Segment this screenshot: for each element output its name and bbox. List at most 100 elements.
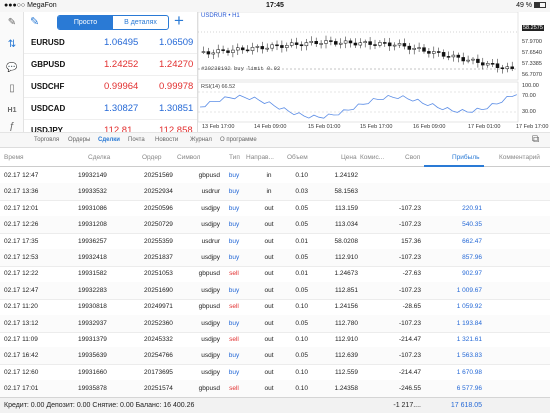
table-row[interactable]: 02.17 12:26 19931208 20250729 usdjpy buy out 0… bbox=[0, 216, 550, 235]
table-row[interactable]: 02.17 12:53 19932418 20251837 usdjpy buy out 0… bbox=[0, 249, 550, 267]
table-cell-order: 20173695 bbox=[144, 368, 173, 376]
table-cell-time: 02.17 17:01 bbox=[4, 385, 39, 393]
table-cell-type: buy bbox=[228, 352, 240, 360]
table-cell-volume: 0.05 bbox=[295, 352, 308, 360]
table-cell-swap: -28.65 bbox=[402, 303, 421, 311]
column-header-deal[interactable]: Сделка bbox=[88, 154, 110, 161]
table-row[interactable]: 02.17 12:47 19932283 20251690 usdjpy buy out 0… bbox=[0, 281, 550, 300]
candle-body bbox=[368, 41, 372, 45]
table-cell-direction: out bbox=[264, 204, 274, 212]
column-header-time[interactable]: Время bbox=[4, 154, 24, 161]
chat-icon[interactable]: 💬 bbox=[4, 60, 20, 74]
quote-bid: 1.06495 bbox=[104, 37, 139, 48]
column-header-type[interactable]: Тип bbox=[229, 154, 240, 161]
tab-orders[interactable]: Ордеры bbox=[68, 137, 90, 143]
table-row[interactable]: 02.17 17:01 19935878 20251574 gbpusd sell out… bbox=[0, 380, 550, 397]
time-tick: 13 Feb 17:00 bbox=[202, 124, 235, 130]
column-header-comment[interactable]: Комментарий bbox=[499, 154, 540, 161]
edit-quotes-icon[interactable]: ✎ bbox=[30, 15, 39, 28]
balance-footer: Кредит: 0.00 Депозит: 0.00 Снятие: 0.00 … bbox=[0, 397, 550, 413]
quote-row[interactable]: USDCAD 1.30827 1.30851 bbox=[24, 98, 197, 120]
candle-body bbox=[236, 47, 240, 51]
table-row[interactable]: 02.17 12:01 19931086 20250596 usdjpy buy out 0… bbox=[0, 200, 550, 218]
trade-icon[interactable]: ⇅ bbox=[4, 38, 20, 52]
quote-ask: 1.06509 bbox=[159, 37, 194, 48]
candle-body bbox=[466, 59, 470, 62]
candle-body bbox=[441, 52, 446, 57]
column-header-volume[interactable]: Объем bbox=[287, 154, 308, 161]
clock: 17:45 bbox=[266, 2, 284, 9]
candle-body bbox=[436, 51, 441, 53]
candle-body bbox=[275, 44, 279, 47]
table-row[interactable]: 02.17 13:36 19933532 20252934 usdrur buy in 0.… bbox=[0, 183, 550, 202]
tab-mail[interactable]: Почта bbox=[128, 137, 145, 143]
column-header-commission[interactable]: Комис... bbox=[360, 154, 384, 161]
table-row[interactable]: 02.17 12:22 19931582 20251053 gbpusd sell out… bbox=[0, 265, 550, 284]
table-cell-symbol: usdrur bbox=[201, 188, 220, 196]
tab-deals[interactable]: Сделки bbox=[98, 137, 120, 143]
table-cell-profit: 857.96 bbox=[462, 254, 482, 261]
table-row[interactable]: 02.17 11:09 19931379 20245332 usdjpy sell out… bbox=[0, 331, 550, 349]
table-cell-order: 20249971 bbox=[144, 303, 173, 311]
table-row[interactable]: 02.17 16:42 19935639 20254766 usdjpy buy out 0… bbox=[0, 347, 550, 366]
quote-row[interactable]: EURUSD 1.06495 1.06509 bbox=[24, 32, 197, 54]
column-header-swap[interactable]: Своп bbox=[405, 154, 420, 161]
table-cell-swap: -107.23 bbox=[398, 204, 421, 212]
tab-trade[interactable]: Торговля bbox=[34, 137, 59, 143]
candle-body bbox=[510, 66, 514, 69]
table-cell-order: 20254766 bbox=[144, 352, 173, 360]
table-row[interactable]: 02.17 13:12 19932937 20252360 usdjpy buy out 0… bbox=[0, 314, 550, 333]
candle-body bbox=[285, 45, 289, 48]
candle-body bbox=[353, 42, 358, 46]
candle-body bbox=[402, 43, 407, 47]
column-header-profit[interactable]: Прибыль bbox=[452, 154, 480, 161]
candle-body bbox=[490, 63, 495, 65]
quote-row[interactable]: GBPUSD 1.24252 1.24270 bbox=[24, 54, 197, 76]
table-cell-symbol: usdrur bbox=[201, 237, 220, 245]
mode-simple-button[interactable]: Просто bbox=[58, 16, 113, 29]
candle-body bbox=[329, 40, 333, 42]
add-symbol-icon[interactable]: + bbox=[174, 12, 184, 31]
tab-journal[interactable]: Журнал bbox=[190, 137, 212, 143]
table-cell-swap: -107.23 bbox=[398, 254, 421, 261]
table-cell-price: 113.159 bbox=[334, 204, 358, 212]
rsi-tick: 30.00 bbox=[522, 109, 536, 115]
table-row[interactable]: 02.17 12:47 19932149 20251569 gbpusd buy in 0.… bbox=[0, 167, 550, 185]
column-header-order[interactable]: Ордер bbox=[142, 154, 162, 161]
quote-row[interactable]: USDCHF 0.99964 0.99978 bbox=[24, 76, 197, 98]
column-header-symbol[interactable]: Символ bbox=[177, 154, 200, 161]
quote-ask: 1.24270 bbox=[159, 59, 194, 70]
table-cell-type: buy bbox=[228, 188, 240, 196]
table-cell-volume: 0.10 bbox=[295, 303, 308, 311]
quote-symbol: USDCAD bbox=[31, 104, 66, 113]
table-cell-direction: out bbox=[264, 336, 274, 343]
table-cell-deal: 19935878 bbox=[78, 385, 107, 393]
price-chart[interactable]: USDRUR • H1 #20238192 buy limit 0.02 RSI… bbox=[198, 12, 550, 132]
candle-body bbox=[456, 54, 461, 58]
table-cell-order: 20251837 bbox=[144, 254, 173, 261]
table-row[interactable]: 02.17 12:60 19931660 20173695 usdjpy buy out 0… bbox=[0, 364, 550, 382]
table-cell-profit: 540.35 bbox=[462, 221, 482, 229]
time-tick: 15 Feb 01:00 bbox=[308, 124, 341, 130]
table-cell-profit: 902.97 bbox=[462, 270, 482, 278]
timeframe-label[interactable]: H1 bbox=[4, 104, 20, 118]
table-cell-time: 02.17 13:12 bbox=[4, 319, 39, 327]
edit-icon[interactable]: ✎ bbox=[4, 16, 20, 30]
mode-detailed-button[interactable]: В деталях bbox=[113, 16, 168, 29]
candle-body bbox=[294, 42, 299, 45]
table-cell-type: buy bbox=[228, 172, 240, 179]
table-row[interactable]: 02.17 17:35 19936257 20255359 usdrur buy out 0… bbox=[0, 233, 550, 251]
quote-bid: 1.24252 bbox=[104, 59, 139, 70]
table-cell-time: 02.17 12:60 bbox=[4, 368, 39, 376]
table-row[interactable]: 02.17 11:20 19930818 20249971 gbpusd sell out… bbox=[0, 298, 550, 317]
document-icon[interactable]: ▯ bbox=[4, 82, 20, 96]
time-tick: 17 Feb 17:00 bbox=[516, 124, 549, 130]
column-header-direction[interactable]: Направ... bbox=[246, 154, 274, 161]
tab-news[interactable]: Новости bbox=[155, 137, 178, 143]
window-layout-icon[interactable]: ⧉ bbox=[532, 134, 539, 145]
candle-body bbox=[417, 47, 421, 49]
table-cell-price: 112.910 bbox=[334, 254, 358, 261]
tab-about[interactable]: О программе bbox=[220, 137, 257, 143]
column-header-price[interactable]: Цена bbox=[341, 154, 357, 161]
table-cell-profit: 1 193.84 bbox=[456, 319, 482, 327]
